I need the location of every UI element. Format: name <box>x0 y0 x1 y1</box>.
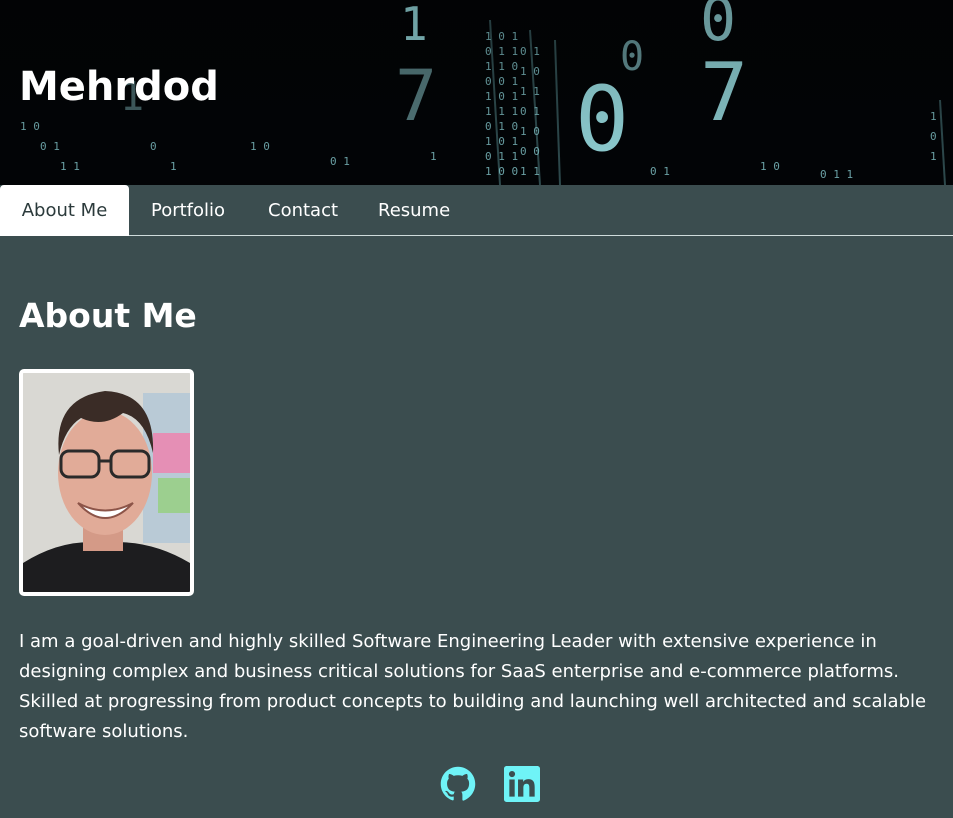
linkedin-icon[interactable] <box>504 765 540 803</box>
tab-contact[interactable]: Contact <box>268 185 338 235</box>
site-title[interactable]: Mehrdod <box>19 64 219 110</box>
profile-photo <box>19 369 194 596</box>
github-icon[interactable] <box>440 765 476 803</box>
bio-paragraph: I am a goal-driven and highly skilled So… <box>19 631 927 742</box>
profile-photo-image <box>23 373 190 592</box>
header-banner: 1 0 7 0 7 1 0 1 0 10 1 1 1 1 00 0 1 1 0 … <box>0 0 953 185</box>
tab-about-me[interactable]: About Me <box>0 185 129 236</box>
tab-portfolio[interactable]: Portfolio <box>151 185 225 235</box>
tab-resume[interactable]: Resume <box>378 185 450 235</box>
main-nav: About Me Portfolio Contact Resume <box>0 185 953 236</box>
section-heading: About Me <box>19 296 197 335</box>
